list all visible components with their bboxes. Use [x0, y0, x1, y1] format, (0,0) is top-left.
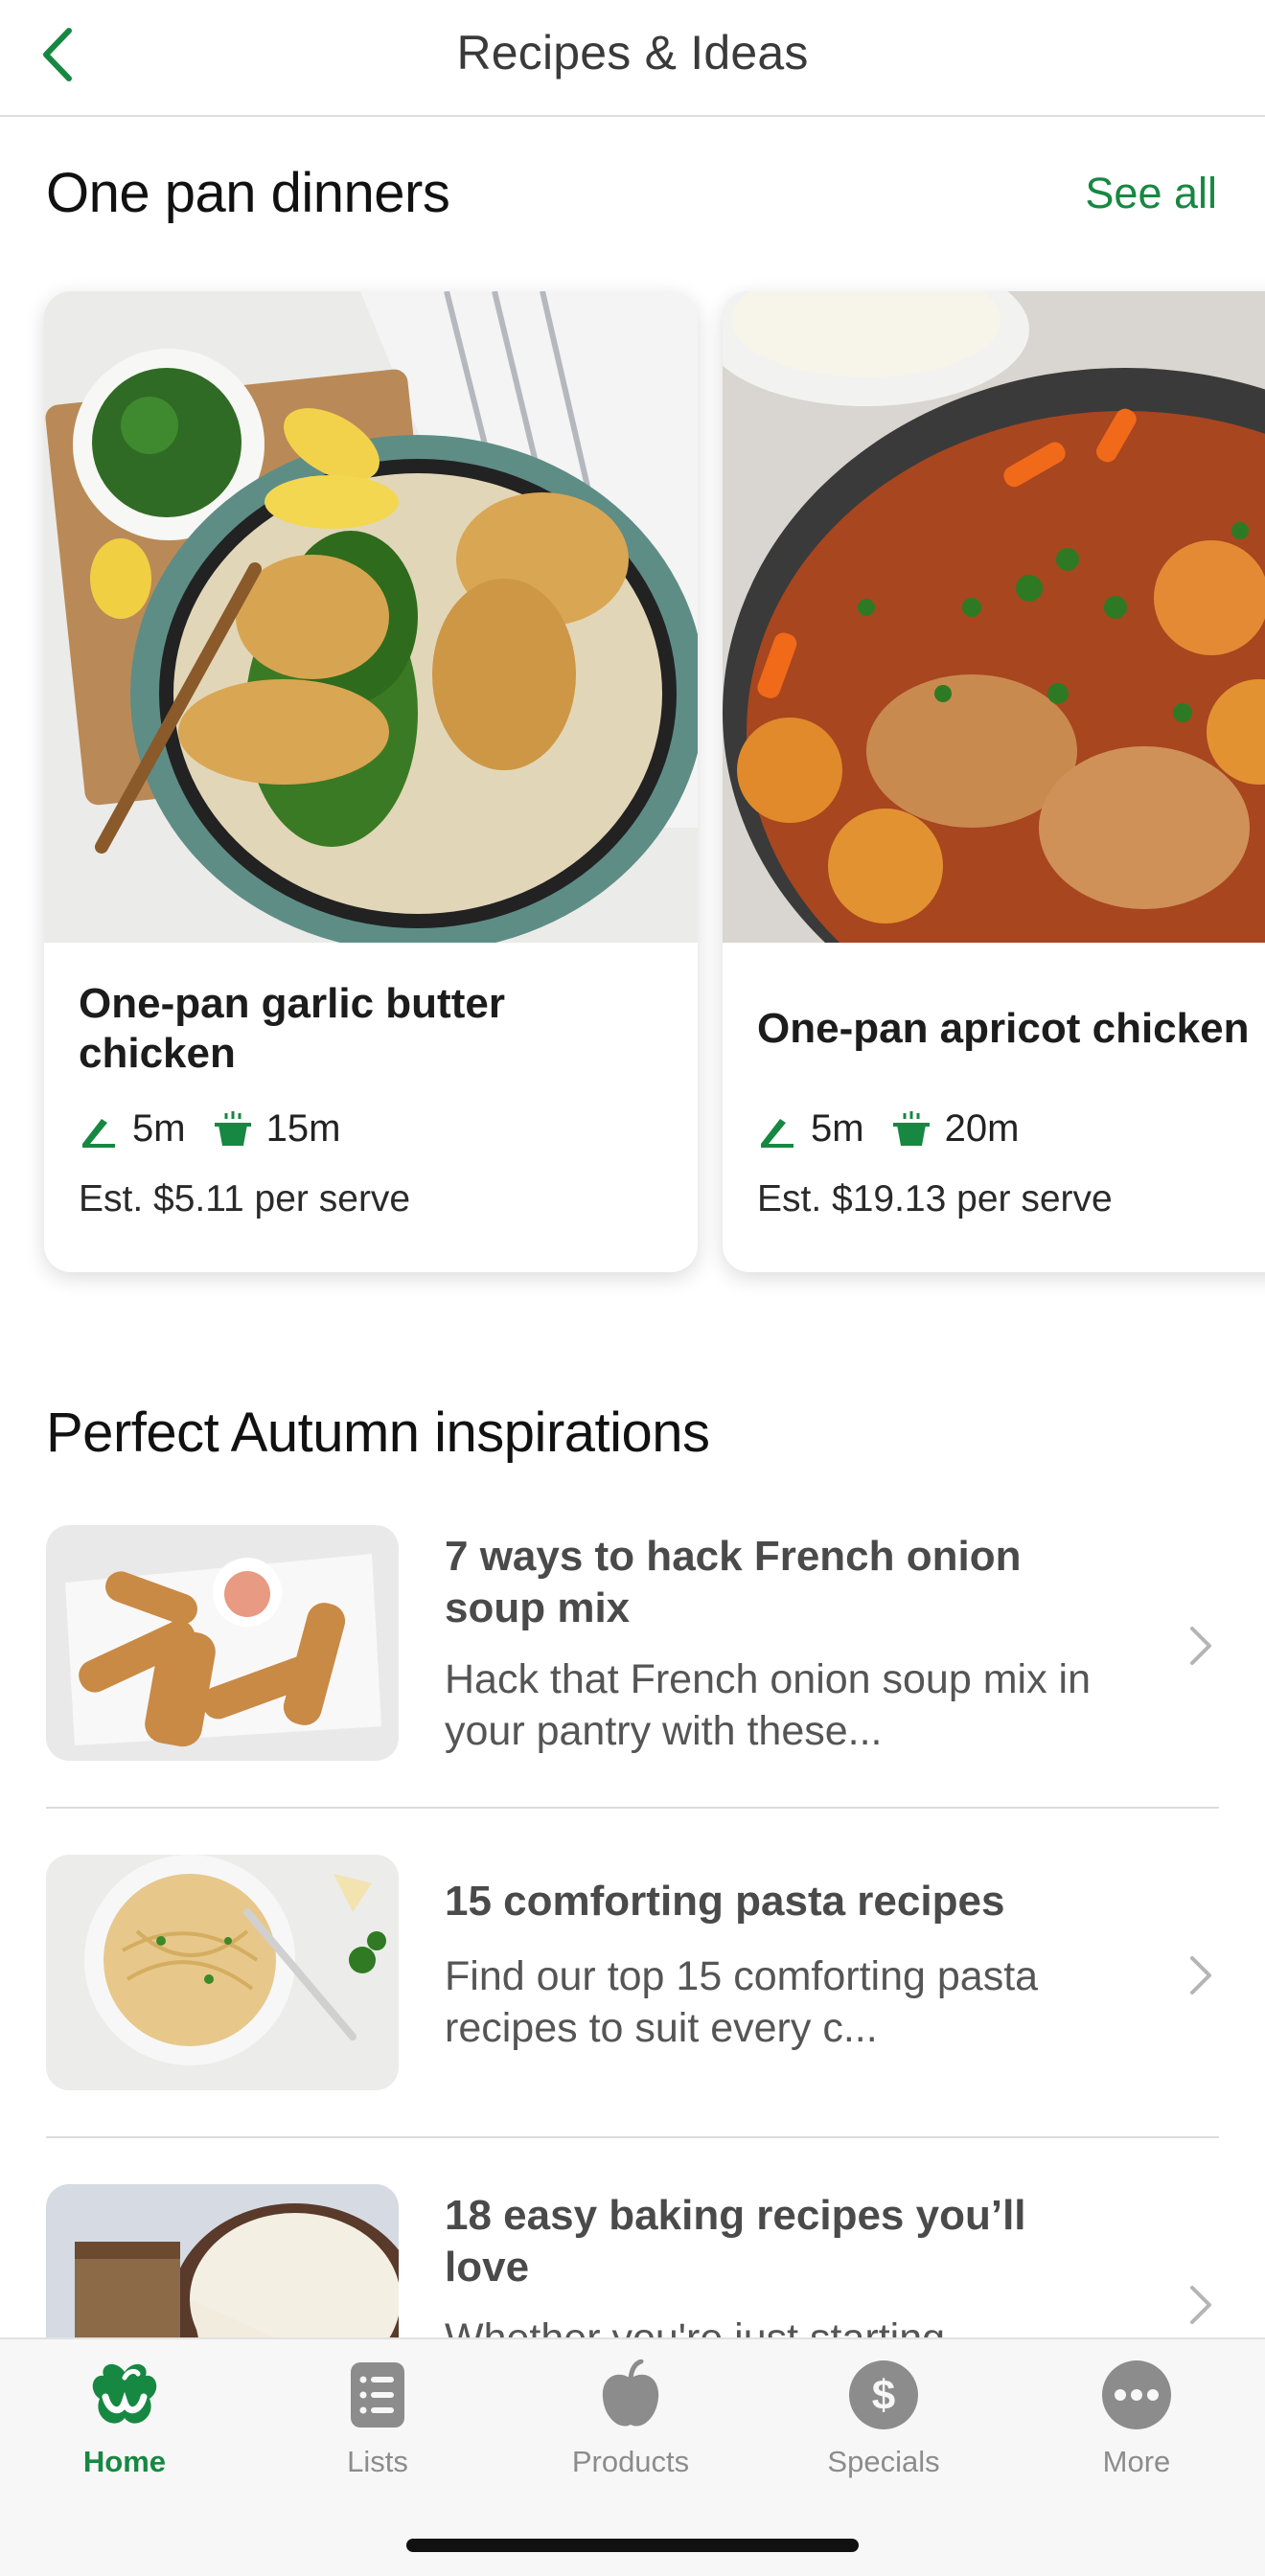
article-description: Find our top 15 comforting pasta recipes…	[445, 1953, 1039, 2051]
tab-label: Specials	[827, 2445, 940, 2478]
list-item[interactable]: 18 easy baking recipes you’ll love Wheth…	[46, 2184, 1219, 2337]
cook-time: 20m	[944, 1107, 1020, 1150]
list-icon	[334, 2357, 421, 2433]
prep-time: 5m	[811, 1107, 864, 1150]
article-image	[46, 1855, 399, 2090]
divider	[46, 1807, 1219, 1809]
recipe-times: 5m 20m	[757, 1107, 1046, 1151]
article-title: 18 easy baking recipes you’ll love	[445, 2192, 1026, 2291]
see-all-link[interactable]: See all	[1085, 169, 1217, 218]
woolworths-logo-icon	[81, 2357, 168, 2433]
chevron-right-icon	[1190, 1956, 1211, 1995]
article-image	[46, 1525, 399, 1761]
recipe-image	[44, 291, 698, 943]
knife-icon	[79, 1109, 119, 1150]
recipe-times: 5m 15m	[79, 1107, 367, 1151]
section-title-one-pan: One pan dinners	[46, 162, 450, 224]
chevron-right-icon	[1190, 1627, 1211, 1665]
tab-specials[interactable]: $ Specials	[788, 2357, 979, 2500]
article-description: Hack that French onion soup mix in your …	[445, 1656, 1091, 1754]
chevron-right-icon	[1190, 2286, 1211, 2324]
tab-home[interactable]: Home	[29, 2357, 220, 2500]
apple-icon	[587, 2357, 674, 2433]
article-title: 7 ways to hack French onion soup mix	[445, 1533, 1022, 1631]
knife-icon	[757, 1109, 797, 1150]
recipe-card[interactable]: One-pan garlic butter chicken 5m 15m Est…	[44, 291, 698, 1272]
price-per-serve: Est. $5.11 per serve	[79, 1178, 411, 1220]
article-title: 15 comforting pasta recipes	[445, 1878, 1005, 1925]
tab-more[interactable]: More	[1041, 2357, 1232, 2500]
tab-label: Products	[571, 2445, 690, 2478]
pot-icon	[891, 1109, 932, 1150]
divider	[46, 2136, 1219, 2138]
pot-icon	[213, 1109, 253, 1150]
article-description: Whether you're just starting...	[445, 2313, 1116, 2337]
tab-label: Home	[82, 2445, 167, 2478]
tab-products[interactable]: Products	[535, 2357, 726, 2500]
recipe-title: One-pan garlic butter chicken	[79, 980, 505, 1077]
recipe-image	[723, 291, 1265, 943]
nav-header: Recipes & Ideas	[0, 0, 1265, 117]
dollar-icon: $	[840, 2357, 927, 2433]
tab-lists[interactable]: Lists	[282, 2357, 473, 2500]
home-indicator	[406, 2539, 859, 2552]
more-dots-icon	[1093, 2357, 1180, 2433]
cook-time: 15m	[265, 1107, 341, 1150]
recipe-title: One-pan apricot chicken	[757, 1005, 1250, 1052]
page-title: Recipes & Ideas	[456, 26, 809, 80]
tab-label: More	[1102, 2445, 1171, 2478]
price-per-serve: Est. $19.13 per serve	[757, 1178, 1113, 1220]
prep-time: 5m	[132, 1107, 186, 1150]
svg-text:$: $	[872, 2372, 895, 2419]
article-image	[46, 2184, 399, 2337]
recipe-card[interactable]: One-pan apricot chicken 5m 20m Est. $19.…	[723, 291, 1265, 1272]
section-title-autumn: Perfect Autumn inspirations	[46, 1402, 710, 1464]
tab-label: Lists	[347, 2445, 408, 2478]
